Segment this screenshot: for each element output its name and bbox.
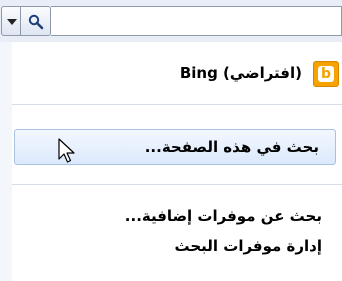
menu-item-default-provider[interactable]: Bing (افتراضي) xyxy=(12,56,306,90)
search-button[interactable] xyxy=(21,6,51,36)
menu-item-find-more-providers[interactable]: بحث عن موفرات إضافية... xyxy=(12,201,342,231)
menu-item-label: بحث عن موفرات إضافية... xyxy=(124,207,322,225)
menu-item-label: بحث في هذه الصفحة... xyxy=(144,138,319,156)
bing-logo-icon: b xyxy=(313,61,339,87)
search-input[interactable] xyxy=(51,6,342,36)
mouse-cursor-icon xyxy=(58,138,75,163)
search-icon xyxy=(28,14,44,30)
menu-gutter xyxy=(0,42,12,281)
search-provider-dropdown-button[interactable] xyxy=(1,6,21,36)
menu-item-manage-search-providers[interactable]: إدارة موفرات البحث xyxy=(12,231,342,261)
search-toolbar xyxy=(0,0,342,42)
chevron-down-icon xyxy=(7,19,17,25)
menu-separator xyxy=(12,184,342,185)
default-provider-label: Bing (افتراضي) xyxy=(179,64,302,82)
menu-item-label: إدارة موفرات البحث xyxy=(174,237,322,255)
search-provider-menu: Bing (افتراضي) b بحث في هذه الصفحة... بح… xyxy=(0,42,342,281)
menu-separator xyxy=(12,104,342,105)
